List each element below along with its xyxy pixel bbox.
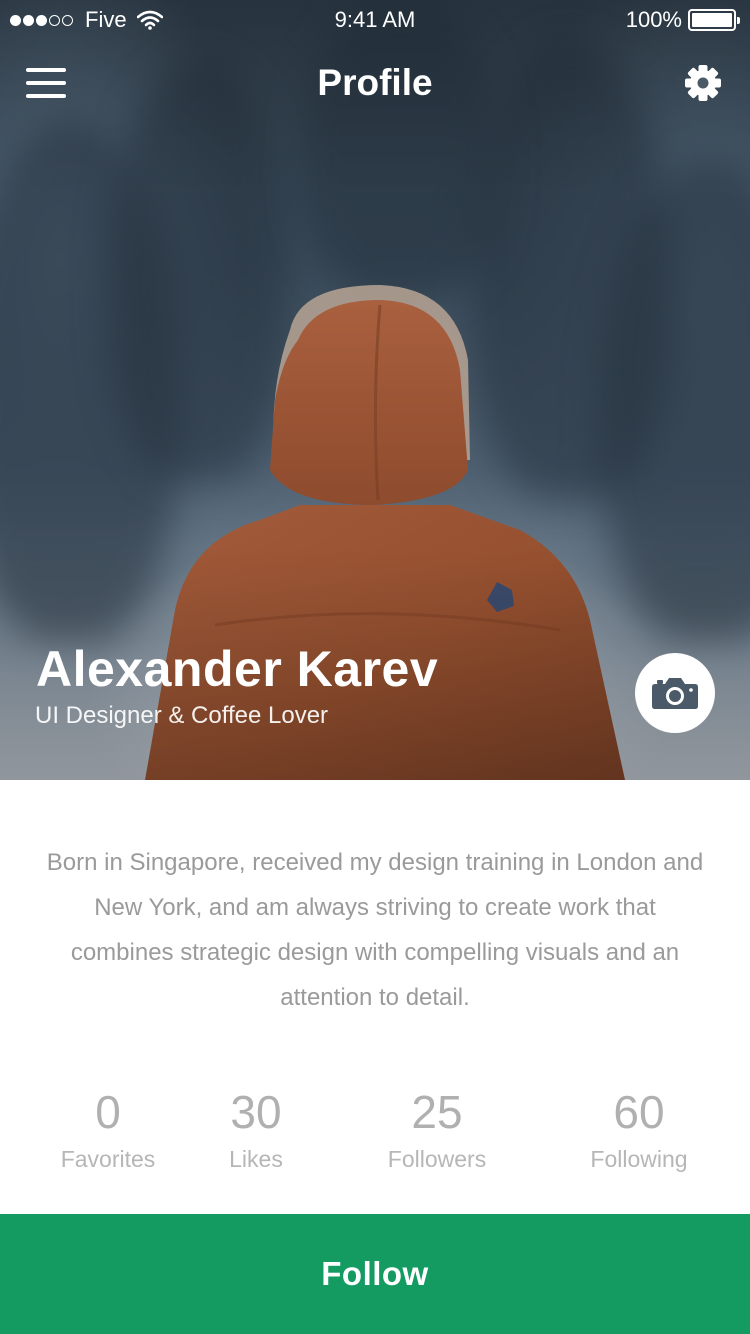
profile-name: Alexander Karev (36, 641, 439, 697)
profile-bio: Born in Singapore, received my design tr… (46, 849, 704, 1011)
stat-favorites[interactable]: 0 Favorites (48, 1085, 168, 1179)
stat-following[interactable]: 60 Following (574, 1085, 704, 1179)
page-title: Profile (317, 62, 433, 103)
stat-value: 30 (230, 1086, 282, 1138)
battery-percent: 100% (625, 7, 682, 32)
stat-value: 60 (613, 1086, 665, 1138)
profile-tagline: UI Designer & Coffee Lover (35, 702, 329, 729)
stat-label: Likes (229, 1146, 283, 1172)
stat-value: 0 (95, 1086, 121, 1138)
status-bar-right: 100% (625, 7, 740, 33)
stat-label: Following (590, 1146, 688, 1172)
battery-icon (688, 9, 740, 31)
stat-followers[interactable]: 25 Followers (372, 1085, 502, 1179)
stat-value: 25 (411, 1086, 463, 1138)
gear-icon[interactable] (684, 64, 722, 102)
stat-label: Followers (387, 1146, 487, 1172)
camera-icon (652, 678, 698, 709)
status-bar: Five 9:41 AM 100% (0, 0, 750, 40)
change-photo-button[interactable] (635, 653, 715, 733)
stat-label: Favorites (60, 1146, 156, 1172)
follow-button[interactable]: Follow (0, 1214, 750, 1334)
stat-likes[interactable]: 30 Likes (206, 1085, 306, 1179)
